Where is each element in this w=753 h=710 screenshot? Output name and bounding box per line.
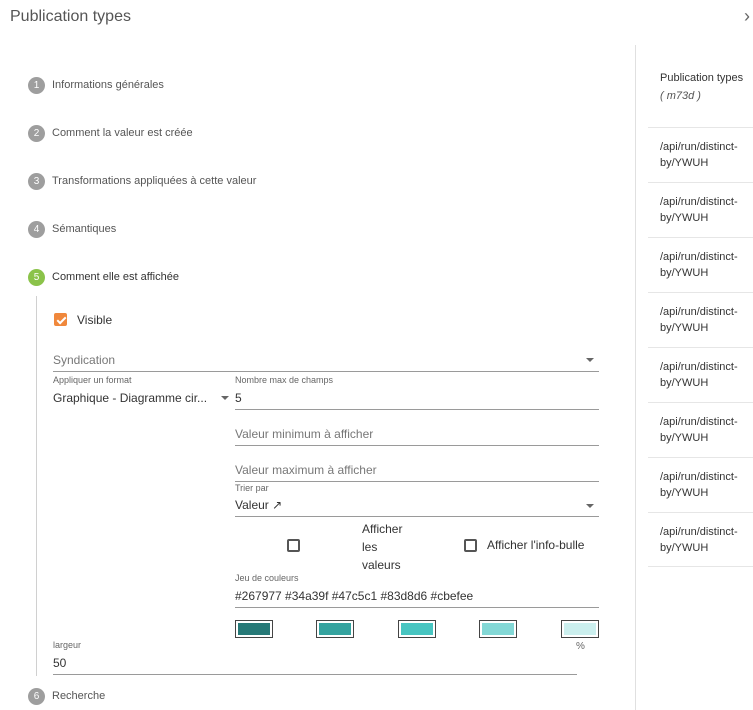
sort-underline bbox=[235, 516, 599, 517]
width-underline bbox=[53, 674, 577, 675]
step-label: Informations générales bbox=[52, 79, 164, 91]
swatch-fill bbox=[482, 623, 514, 635]
colors-input[interactable]: #267977 #34a39f #47c5c1 #83d8d6 #cbefee bbox=[235, 589, 473, 603]
side-panel-item[interactable]: /api/run/distinct-by/YWUH bbox=[648, 182, 753, 237]
visible-label: Visible bbox=[77, 313, 113, 327]
step-number: 4 bbox=[28, 220, 45, 238]
side-panel-item-label: /api/run/distinct-by/YWUH bbox=[660, 361, 738, 389]
color-swatch-5[interactable] bbox=[561, 620, 599, 638]
max-fields-underline bbox=[235, 409, 599, 410]
step-label: Comment elle est affichée bbox=[52, 271, 179, 283]
side-panel: Publication types ( m73d ) /api/run/dist… bbox=[635, 45, 753, 710]
max-value-input[interactable]: Valeur maximum à afficher bbox=[235, 463, 377, 477]
side-panel-item[interactable]: /api/run/distinct-by/YWUH bbox=[648, 127, 753, 182]
colors-label: Jeu de couleurs bbox=[235, 573, 299, 583]
step-1[interactable]: 1 Informations générales bbox=[28, 76, 164, 94]
show-values-label-line: Afficher bbox=[362, 522, 403, 536]
color-swatch-3[interactable] bbox=[398, 620, 436, 638]
syndication-underline bbox=[53, 371, 599, 372]
side-panel-item-label: /api/run/distinct-by/YWUH bbox=[660, 251, 738, 279]
swatch-fill bbox=[319, 623, 351, 635]
swatch-fill bbox=[564, 623, 596, 635]
step-3[interactable]: 3 Transformations appliquées à cette val… bbox=[28, 172, 256, 190]
show-values-label-line: les bbox=[362, 540, 378, 554]
width-input[interactable]: 50 bbox=[53, 656, 66, 670]
visible-checkbox[interactable] bbox=[54, 313, 67, 326]
min-value-input[interactable]: Valeur minimum à afficher bbox=[235, 427, 373, 441]
side-panel-item-label: /api/run/distinct-by/YWUH bbox=[660, 141, 738, 169]
format-select[interactable]: Graphique - Diagramme cir... bbox=[53, 391, 207, 405]
syndication-select[interactable]: Syndication bbox=[53, 353, 115, 367]
show-tooltip-checkbox[interactable] bbox=[464, 539, 477, 552]
side-panel-item-label: /api/run/distinct-by/YWUH bbox=[660, 526, 738, 554]
chevron-down-icon[interactable] bbox=[586, 358, 594, 362]
chevron-down-icon[interactable] bbox=[221, 396, 229, 400]
side-panel-item[interactable]: /api/run/distinct-by/YWUH bbox=[648, 457, 753, 512]
step-number: 5 bbox=[28, 268, 45, 286]
step-number: 6 bbox=[28, 687, 45, 705]
step-number: 3 bbox=[28, 172, 45, 190]
side-panel-subtitle: ( m73d ) bbox=[660, 90, 701, 102]
step-4[interactable]: 4 Sémantiques bbox=[28, 220, 116, 238]
color-swatch-1[interactable] bbox=[235, 620, 273, 638]
color-swatch-2[interactable] bbox=[316, 620, 354, 638]
side-panel-item[interactable]: /api/run/distinct-by/YWUH bbox=[648, 292, 753, 347]
side-panel-item-label: /api/run/distinct-by/YWUH bbox=[660, 471, 738, 499]
max-value-underline bbox=[235, 481, 599, 482]
side-panel-item[interactable]: /api/run/distinct-by/YWUH bbox=[648, 237, 753, 292]
step-2[interactable]: 2 Comment la valeur est créée bbox=[28, 124, 193, 142]
max-fields-label: Nombre max de champs bbox=[235, 375, 334, 385]
side-panel-title: Publication types bbox=[660, 72, 744, 84]
side-panel-item-label: /api/run/distinct-by/YWUH bbox=[660, 196, 738, 224]
step-label: Sémantiques bbox=[52, 223, 117, 235]
step-label: Comment la valeur est créée bbox=[52, 127, 193, 139]
step-connector-line bbox=[36, 296, 37, 676]
swatch-fill bbox=[401, 623, 433, 635]
step-number: 1 bbox=[28, 76, 45, 94]
show-values-label-line: valeurs bbox=[362, 558, 401, 572]
dialog-title: Publication types bbox=[10, 8, 131, 25]
colors-underline bbox=[235, 607, 599, 608]
percent-sign: % bbox=[576, 641, 585, 652]
close-icon[interactable]: › bbox=[744, 6, 750, 27]
format-label: Appliquer un format bbox=[53, 375, 132, 385]
width-label: largeur bbox=[53, 640, 82, 650]
show-values-checkbox[interactable] bbox=[287, 539, 300, 552]
side-panel-item[interactable]: /api/run/distinct-by/YWUH bbox=[648, 512, 753, 567]
step-6[interactable]: 6 Recherche bbox=[28, 687, 105, 705]
step-label: Recherche bbox=[52, 690, 106, 702]
side-panel-item[interactable]: /api/run/distinct-by/YWUH bbox=[648, 347, 753, 402]
sort-label: Trier par bbox=[235, 483, 269, 493]
side-panel-item-label: /api/run/distinct-by/YWUH bbox=[660, 306, 738, 334]
chevron-down-icon[interactable] bbox=[586, 504, 594, 508]
side-panel-item[interactable]: /api/run/distinct-by/YWUH bbox=[648, 402, 753, 457]
min-value-underline bbox=[235, 445, 599, 446]
side-panel-item-label: /api/run/distinct-by/YWUH bbox=[660, 416, 738, 444]
color-swatch-4[interactable] bbox=[479, 620, 517, 638]
max-fields-input[interactable]: 5 bbox=[235, 391, 242, 405]
show-values-label: Afficher les valeurs bbox=[362, 520, 402, 574]
show-tooltip-label: Afficher l'info-bulle bbox=[487, 538, 585, 552]
step-5[interactable]: 5 Comment elle est affichée bbox=[28, 268, 179, 286]
swatch-fill bbox=[238, 623, 270, 635]
step-label: Transformations appliquées à cette valeu… bbox=[52, 175, 257, 187]
step-number: 2 bbox=[28, 124, 45, 142]
sort-select[interactable]: Valeur ↗ bbox=[235, 498, 282, 512]
